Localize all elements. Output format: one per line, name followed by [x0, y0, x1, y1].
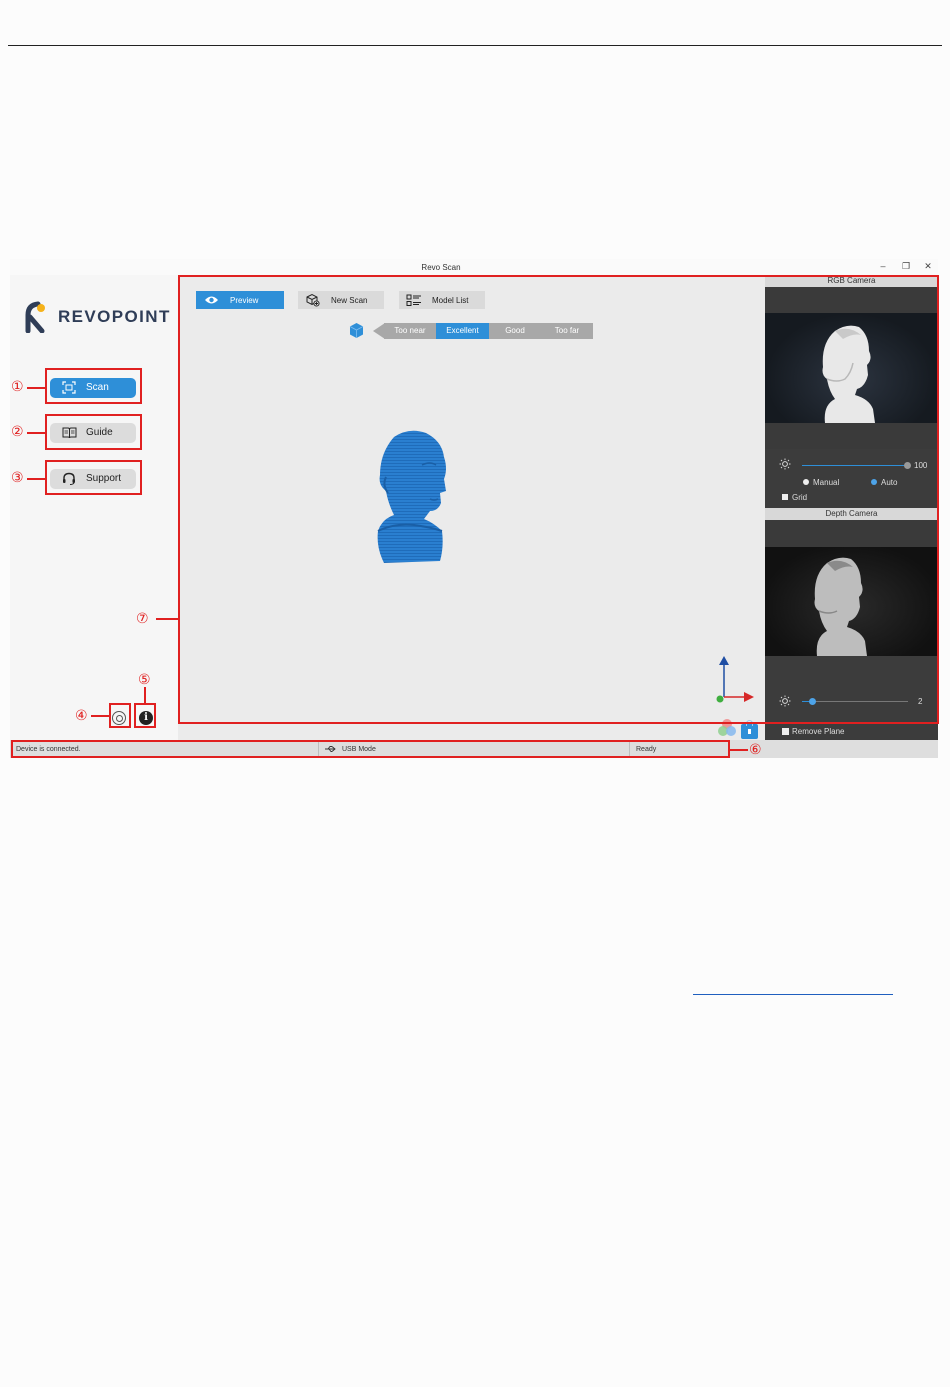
sidebar: REVOPOINT Scan Guide Support i	[10, 275, 178, 740]
close-button[interactable]: ✕	[921, 261, 935, 272]
remove-plane-checkbox[interactable]	[782, 728, 789, 735]
callout-1-leader	[27, 387, 45, 389]
page-top-rule	[8, 45, 942, 46]
callout-4-leader	[91, 715, 109, 717]
callout-5: ⑤	[138, 672, 151, 688]
callout-box-status	[11, 740, 730, 758]
callout-3-leader	[27, 478, 45, 480]
window-title: Revo Scan	[421, 263, 461, 272]
callout-box-info	[134, 703, 156, 728]
callout-5-leader	[144, 687, 146, 703]
callout-6-leader	[730, 749, 748, 751]
lock-icon[interactable]	[741, 720, 758, 739]
callout-box-guide	[45, 414, 142, 450]
callout-1: ①	[11, 379, 24, 395]
callout-2: ②	[11, 424, 24, 440]
remove-plane-label: Remove Plane	[792, 727, 845, 736]
callout-box-scan	[45, 368, 142, 404]
logo-text: REVOPOINT	[58, 307, 171, 326]
link-underline	[693, 994, 893, 995]
callout-7: ⑦	[136, 611, 149, 627]
callout-3: ③	[11, 470, 24, 486]
callout-2-leader	[27, 432, 45, 434]
title-bar: Revo Scan – ❐ ✕	[10, 259, 938, 275]
callout-box-support	[45, 460, 142, 495]
restore-button[interactable]: ❐	[899, 261, 913, 272]
callout-7-leader	[156, 618, 178, 620]
logo-mark-icon	[25, 301, 45, 333]
revopoint-logo: REVOPOINT	[22, 299, 172, 333]
callout-4: ④	[75, 708, 88, 724]
callout-box-settings	[109, 703, 131, 728]
callout-6: ⑥	[749, 742, 762, 758]
minimize-button[interactable]: –	[876, 261, 890, 271]
callout-box-viewport	[178, 275, 939, 724]
